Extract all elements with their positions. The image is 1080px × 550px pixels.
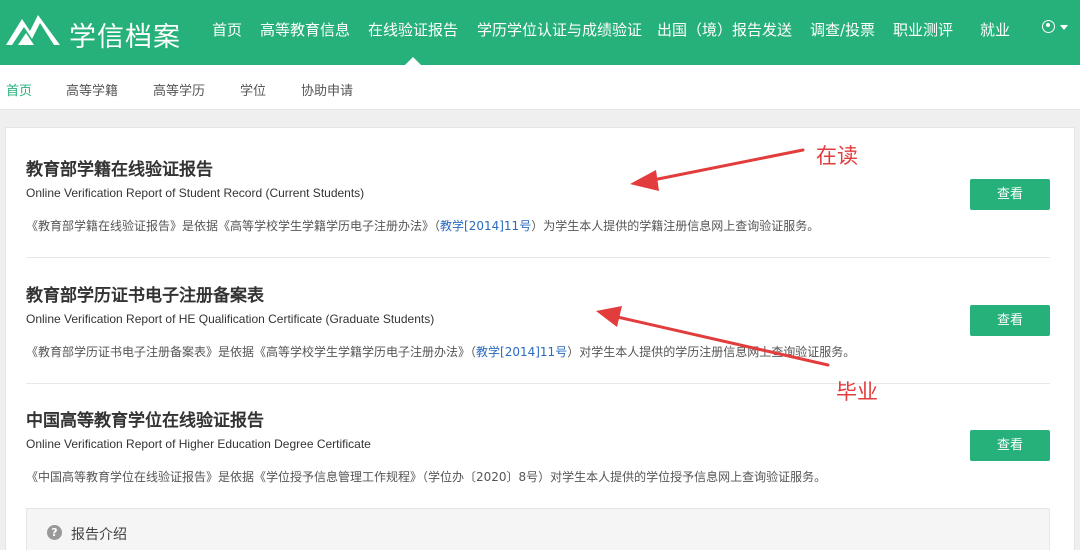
annotation-graduate-label: 毕业 (836, 380, 878, 404)
annotation-arrow-graduate (596, 306, 830, 367)
annotation-current-label: 在读 (816, 144, 858, 168)
annotation-arrow-current (630, 148, 805, 191)
annotation-overlay (596, 148, 830, 367)
